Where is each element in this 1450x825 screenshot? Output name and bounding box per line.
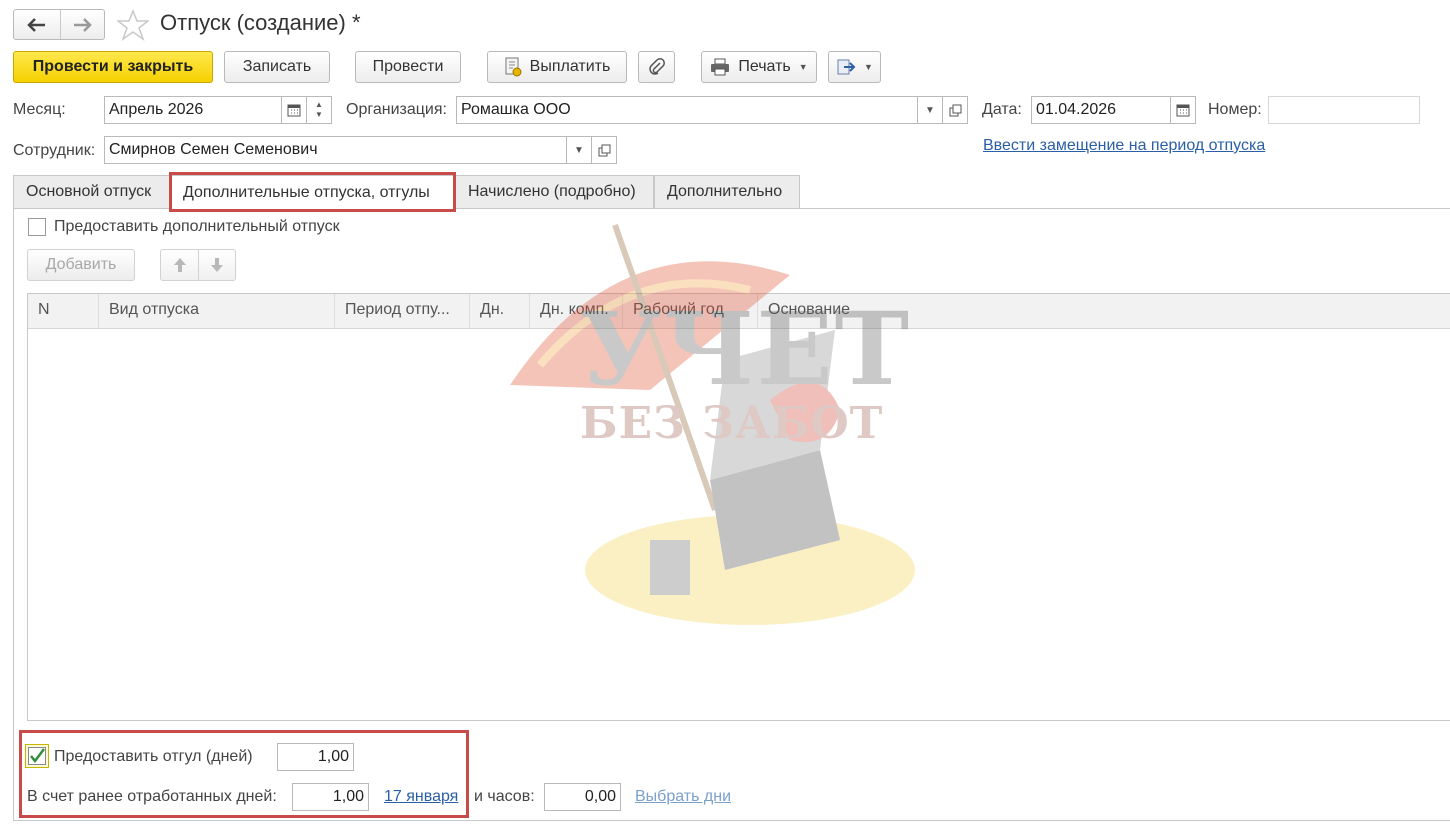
pay-button-label: Выплатить — [529, 58, 611, 75]
stepper-down-icon: ▼ — [315, 110, 323, 119]
print-button-label: Печать — [738, 58, 791, 75]
chevron-down-icon: ▼ — [574, 144, 584, 156]
calendar-button[interactable] — [281, 96, 307, 124]
pay-button[interactable]: Выплатить — [487, 51, 627, 83]
stepper-up-icon: ▲ — [315, 100, 323, 109]
add-button[interactable]: Добавить — [27, 249, 135, 281]
tab-accrued-detailed[interactable]: Начислено (подробно) — [455, 175, 654, 208]
back-button[interactable] — [14, 10, 61, 39]
attach-button[interactable] — [638, 51, 675, 83]
tab-additional-vacations[interactable]: Дополнительные отпуска, отгулы — [170, 175, 455, 209]
month-field[interactable]: Апрель 2026 — [104, 96, 282, 124]
arrow-left-icon — [27, 17, 45, 32]
grant-additional-vacation-checkbox[interactable] — [28, 218, 46, 236]
open-window-icon — [949, 104, 961, 116]
tab-main-vacation[interactable]: Основной отпуск — [13, 175, 170, 208]
column-header-basis[interactable]: Основание — [758, 294, 1450, 328]
column-header-vacation-type[interactable]: Вид отпуска — [99, 294, 335, 328]
print-button[interactable]: Печать ▼ — [701, 51, 817, 83]
employee-open-button[interactable] — [591, 136, 617, 164]
date-calendar-button[interactable] — [1170, 96, 1196, 124]
nav-group — [13, 9, 105, 40]
organization-open-button[interactable] — [942, 96, 968, 124]
paperclip-icon — [648, 58, 665, 75]
move-down-button[interactable] — [198, 250, 235, 280]
employee-label: Сотрудник: — [13, 142, 96, 159]
number-label: Номер: — [1208, 101, 1262, 118]
organization-label: Организация: — [346, 101, 447, 118]
calendar-icon — [287, 104, 301, 117]
post-button[interactable]: Провести — [355, 51, 461, 83]
chevron-down-icon: ▼ — [798, 62, 808, 72]
more-actions-button[interactable]: ▼ — [828, 51, 881, 83]
vacations-table[interactable] — [27, 293, 1450, 721]
month-stepper[interactable]: ▲ ▼ — [306, 96, 332, 124]
worked-date-link[interactable]: 17 января — [384, 788, 458, 806]
worked-days-field[interactable]: 1,00 — [292, 783, 369, 811]
forward-button[interactable] — [60, 10, 104, 39]
organization-dropdown-button[interactable]: ▼ — [917, 96, 943, 124]
save-button[interactable]: Записать — [224, 51, 330, 83]
grant-additional-vacation-label: Предоставить дополнительный отпуск — [54, 218, 340, 235]
arrow-down-icon — [210, 258, 223, 272]
column-header-comp-days[interactable]: Дн. комп. — [530, 294, 623, 328]
move-buttons-group — [160, 249, 236, 281]
employee-dropdown-button[interactable]: ▼ — [566, 136, 592, 164]
favorite-star-button[interactable] — [115, 8, 151, 46]
grant-dayoff-days-field[interactable]: 1,00 — [277, 743, 354, 771]
chevron-down-icon: ▼ — [864, 62, 873, 72]
employee-field[interactable]: Смирнов Семен Семенович — [104, 136, 567, 164]
star-icon — [115, 8, 151, 41]
calendar-icon — [1176, 104, 1190, 117]
arrow-up-icon — [173, 258, 186, 272]
document-pay-icon — [505, 57, 522, 77]
number-field[interactable] — [1268, 96, 1420, 124]
arrow-right-icon — [74, 17, 92, 32]
choose-days-link[interactable]: Выбрать дни — [635, 788, 731, 806]
post-and-close-button[interactable]: Провести и закрыть — [13, 51, 213, 83]
column-header-work-year[interactable]: Рабочий год — [623, 294, 758, 328]
printer-icon — [711, 58, 730, 76]
date-label: Дата: — [982, 101, 1022, 118]
hours-field[interactable]: 0,00 — [544, 783, 621, 811]
grant-dayoff-label: Предоставить отгул (дней) — [54, 748, 253, 765]
window-title: Отпуск (создание) * — [160, 10, 361, 35]
column-header-period[interactable]: Период отпу... — [335, 294, 470, 328]
month-label: Месяц: — [13, 101, 66, 118]
column-header-days[interactable]: Дн. — [470, 294, 530, 328]
worked-days-label: В счет ранее отработанных дней: — [27, 788, 277, 805]
open-window-icon — [598, 144, 610, 156]
organization-field[interactable]: Ромашка ООО — [456, 96, 918, 124]
column-header-number[interactable]: N — [28, 294, 99, 328]
tab-additional[interactable]: Дополнительно — [654, 175, 800, 208]
date-field[interactable]: 01.04.2026 — [1031, 96, 1171, 124]
move-up-button[interactable] — [161, 250, 199, 280]
checkmark-icon — [28, 747, 46, 765]
substitution-link[interactable]: Ввести замещение на период отпуска — [983, 137, 1265, 155]
grant-dayoff-checkbox[interactable] — [25, 744, 49, 768]
export-icon — [837, 59, 856, 75]
chevron-down-icon: ▼ — [925, 104, 935, 116]
hours-label: и часов: — [474, 788, 535, 805]
